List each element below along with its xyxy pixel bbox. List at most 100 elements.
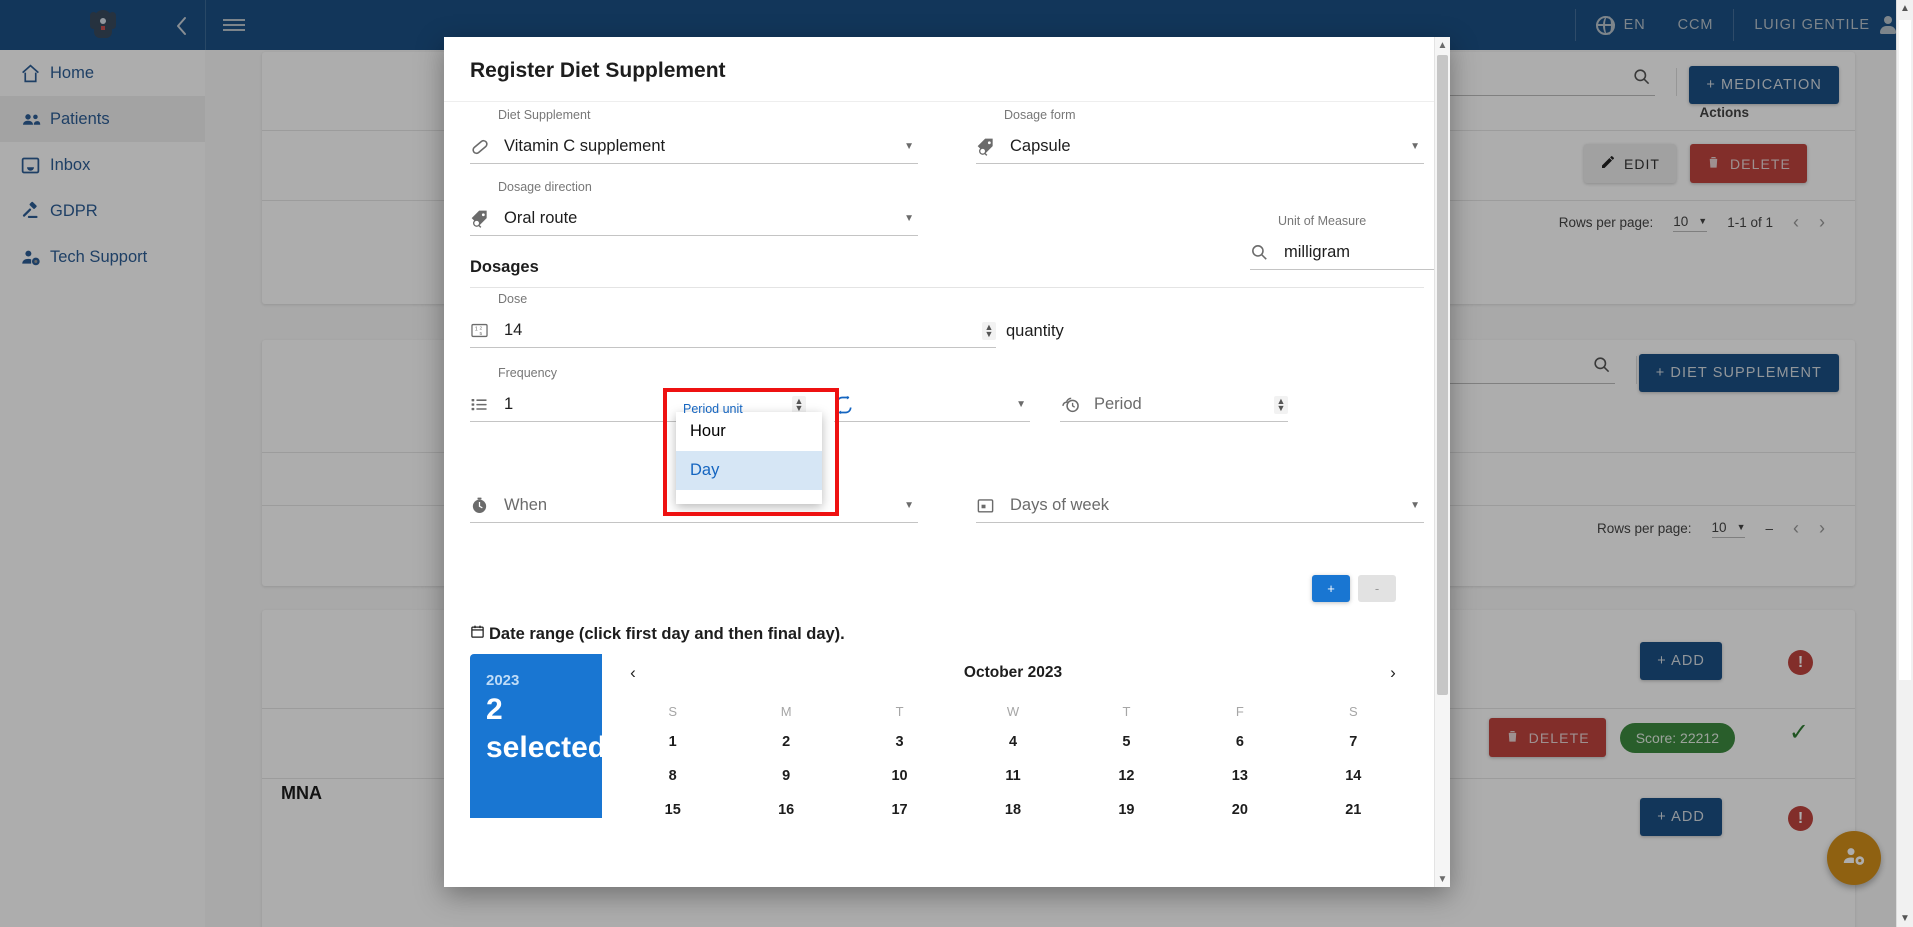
register-diet-supplement-dialog: Register Diet Supplement Diet Supplement… <box>444 37 1450 887</box>
form-row-frequency: Frequency 1 ▲ ▼ ▼ Period ▲ ▼ <box>470 366 1424 422</box>
chevron-down-icon[interactable]: ▼ <box>904 141 918 152</box>
calendar-dow-1: M <box>780 704 792 719</box>
calendar-next-month-button[interactable]: › <box>1376 663 1410 683</box>
chevron-down-icon[interactable]: ▼ <box>1410 141 1424 152</box>
scroll-down-arrow-icon[interactable]: ▼ <box>1897 910 1913 927</box>
unit-search-icon <box>1250 243 1276 262</box>
dosage-direction-label: Dosage direction <box>498 180 592 194</box>
application-window: EN CCM LUIGI GENTILE Home Patients Inbox… <box>0 0 1913 927</box>
svg-text:5: 5 <box>480 331 483 337</box>
days-of-week-field[interactable]: Days of week ▼ <box>976 467 1424 523</box>
dose-suffix-holder: quantity <box>1006 292 1424 348</box>
dialog-scrollbar[interactable]: ▲ ▼ <box>1434 37 1450 887</box>
calendar-day-20[interactable]: 20 <box>1183 793 1296 827</box>
date-range-picker: 2023 2 selected ‹ October 2023 › SMTWTFS… <box>470 654 1424 827</box>
calendar-icon <box>976 496 1002 515</box>
dosage-form-field[interactable]: Dosage form Capsule ▼ <box>976 108 1424 164</box>
dosage-direction-value: Oral route <box>504 209 578 227</box>
calendar-selected-count: 2 <box>486 693 503 726</box>
calendar-dow-4: T <box>1122 704 1131 719</box>
diet-supplement-value: Vitamin C supplement <box>504 137 666 155</box>
calendar-day-14[interactable]: 14 <box>1297 759 1410 793</box>
calendar-day-8[interactable]: 8 <box>616 759 729 793</box>
calendar-day-10[interactable]: 10 <box>843 759 956 793</box>
page-scrollbar[interactable]: ▲ ▼ <box>1896 0 1913 927</box>
period-unit-field[interactable]: ▼ <box>834 366 1030 422</box>
calendar-prev-month-button[interactable]: ‹ <box>616 663 650 683</box>
calendar-day-18[interactable]: 18 <box>956 793 1069 827</box>
calendar-summary-panel: 2023 2 selected <box>470 654 607 818</box>
dosage-form-value: Capsule <box>1010 137 1071 155</box>
dosage-direction-field[interactable]: Dosage direction Oral route ▼ <box>470 180 918 236</box>
pill-icon <box>470 137 496 157</box>
unit-of-measure-label: Unit of Measure <box>1278 214 1367 228</box>
calendar-day-9[interactable]: 9 <box>729 759 842 793</box>
calendar-day-3[interactable]: 3 <box>843 725 956 759</box>
list-icon <box>470 395 496 414</box>
chevron-down-icon[interactable]: ▼ <box>1410 500 1424 511</box>
remove-dosage-button[interactable]: - <box>1358 575 1396 602</box>
svg-text:1: 1 <box>475 327 478 333</box>
chevron-down-icon[interactable]: ▼ <box>904 213 918 224</box>
dosage-row-controls: + - <box>470 575 1424 602</box>
chevron-down-icon[interactable]: ▼ <box>904 500 918 511</box>
calendar-dow-5: F <box>1235 704 1244 719</box>
calendar-selected-caption: selected <box>486 731 607 764</box>
calendar-day-17[interactable]: 17 <box>843 793 956 827</box>
dialog-scrollbar-thumb[interactable] <box>1437 55 1448 695</box>
dialog-body: Diet Supplement Vitamin C supplement ▼ D… <box>444 102 1450 827</box>
scroll-up-arrow-icon[interactable]: ▲ <box>1897 0 1913 17</box>
calendar-day-15[interactable]: 15 <box>616 793 729 827</box>
date-range-title: Date range (click first day and then fin… <box>470 624 1424 644</box>
period-placeholder: Period <box>1094 395 1142 413</box>
dose-unit-suffix: quantity <box>1006 321 1064 340</box>
calendar-dow-2: T <box>895 704 904 719</box>
svg-text:2: 2 <box>480 326 483 332</box>
tag-search-icon <box>976 137 1002 157</box>
calendar-icon <box>470 624 485 644</box>
chevron-down-icon[interactable]: ▼ <box>1016 399 1030 410</box>
period-unit-option-hour[interactable]: Hour <box>676 412 822 451</box>
calendar-day-6[interactable]: 6 <box>1183 725 1296 759</box>
calendar-month-view: ‹ October 2023 › S M T W T F S 1 2 3 4 5 6 7 8 9 10 11 12 1… <box>602 654 1424 827</box>
calendar-month-label: October 2023 <box>963 664 1063 681</box>
calendar-dow-6: S <box>1348 704 1358 719</box>
calendar-day-21[interactable]: 21 <box>1297 793 1410 827</box>
frequency-label: Frequency <box>498 366 558 380</box>
diet-supplement-label: Diet Supplement <box>498 108 591 122</box>
dialog-scroll-up-arrow-icon[interactable]: ▲ <box>1435 37 1450 53</box>
form-row-1: Diet Supplement Vitamin C supplement ▼ D… <box>470 108 1424 164</box>
period-clock-icon <box>1060 395 1086 415</box>
page-scrollbar-thumb[interactable] <box>1899 20 1911 680</box>
period-unit-dropdown-panel[interactable]: Hour Day <box>676 412 822 504</box>
calendar-day-12[interactable]: 12 <box>1070 759 1183 793</box>
calendar-grid: S M T W T F S 1 2 3 4 5 6 7 8 9 10 11 12 13 14 15 16 17 18 19 20 21 <box>616 692 1410 827</box>
dropdown-panel-footer <box>676 490 822 504</box>
period-stepper[interactable]: ▲ ▼ <box>1274 395 1288 414</box>
dose-stepper[interactable]: ▲ ▼ <box>982 321 996 340</box>
calendar-day-4[interactable]: 4 <box>956 725 1069 759</box>
form-row-dose: Dose 125 14 ▲ ▼ quantity <box>470 292 1424 348</box>
unit-of-measure-field[interactable]: Unit of Measure milligram ▼ <box>1250 214 1450 270</box>
dose-value: 14 <box>504 321 523 339</box>
period-field[interactable]: Period ▲ ▼ <box>1060 366 1288 422</box>
calendar-day-13[interactable]: 13 <box>1183 759 1296 793</box>
calendar-selected-year: 2023 <box>486 672 520 689</box>
diet-supplement-field[interactable]: Diet Supplement Vitamin C supplement ▼ <box>470 108 918 164</box>
add-dosage-button[interactable]: + <box>1312 575 1350 602</box>
calendar-day-19[interactable]: 19 <box>1070 793 1183 827</box>
calendar-day-2[interactable]: 2 <box>729 725 842 759</box>
calendar-dow-3: W <box>1006 704 1020 719</box>
tag-search-icon <box>470 209 496 229</box>
calendar-day-16[interactable]: 16 <box>729 793 842 827</box>
date-range-title-label: Date range (click first day and then fin… <box>489 624 845 643</box>
calendar-day-7[interactable]: 7 <box>1297 725 1410 759</box>
dose-field[interactable]: Dose 125 14 ▲ ▼ <box>470 292 996 348</box>
calendar-day-5[interactable]: 5 <box>1070 725 1183 759</box>
calendar-day-1[interactable]: 1 <box>616 725 729 759</box>
frequency-stepper[interactable]: ▲ ▼ <box>792 395 806 414</box>
period-unit-option-day[interactable]: Day <box>676 451 822 490</box>
dosages-section-rule <box>470 287 1424 288</box>
dialog-scroll-down-arrow-icon[interactable]: ▼ <box>1435 871 1450 887</box>
calendar-day-11[interactable]: 11 <box>956 759 1069 793</box>
